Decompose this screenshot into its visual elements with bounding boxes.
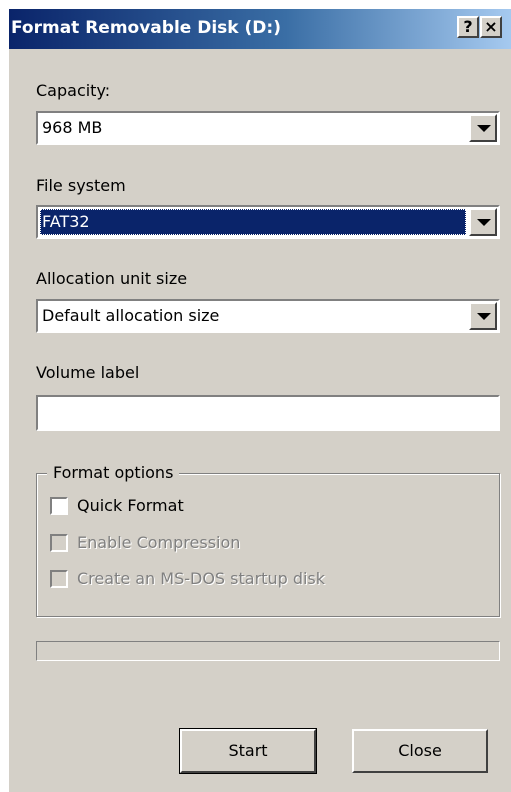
close-button[interactable]: Close bbox=[352, 729, 488, 773]
allocation-unit-dropdown[interactable]: Default allocation size bbox=[36, 299, 500, 333]
msdos-startup-checkbox bbox=[50, 570, 68, 588]
close-window-button[interactable]: × bbox=[480, 16, 502, 38]
file-system-dropdown[interactable]: FAT32 bbox=[36, 205, 500, 239]
capacity-label: Capacity: bbox=[36, 81, 111, 100]
chevron-down-icon[interactable] bbox=[469, 208, 497, 236]
quick-format-checkbox[interactable] bbox=[50, 497, 68, 515]
enable-compression-label: Enable Compression bbox=[77, 533, 241, 552]
quick-format-label[interactable]: Quick Format bbox=[77, 496, 184, 515]
format-dialog: Format Removable Disk (D:) ? × Capacity:… bbox=[8, 8, 511, 792]
format-options-legend: Format options bbox=[47, 463, 180, 482]
window-title: Format Removable Disk (D:) bbox=[11, 18, 281, 38]
volume-label-label: Volume label bbox=[36, 363, 140, 382]
msdos-startup-label: Create an MS-DOS startup disk bbox=[77, 569, 326, 588]
file-system-label: File system bbox=[36, 176, 126, 195]
progress-bar bbox=[36, 641, 500, 661]
chevron-down-icon[interactable] bbox=[469, 114, 497, 142]
capacity-dropdown[interactable]: 968 MB bbox=[36, 111, 500, 145]
volume-label-input[interactable] bbox=[36, 395, 500, 431]
allocation-unit-value: Default allocation size bbox=[42, 306, 220, 325]
title-bar[interactable]: Format Removable Disk (D:) ? × bbox=[9, 9, 511, 49]
start-button[interactable]: Start bbox=[179, 728, 317, 774]
allocation-unit-label: Allocation unit size bbox=[36, 269, 188, 288]
file-system-value: FAT32 bbox=[40, 209, 466, 235]
help-button[interactable]: ? bbox=[457, 16, 479, 38]
enable-compression-checkbox bbox=[50, 534, 68, 552]
chevron-down-icon[interactable] bbox=[469, 302, 497, 330]
capacity-value: 968 MB bbox=[42, 118, 103, 137]
